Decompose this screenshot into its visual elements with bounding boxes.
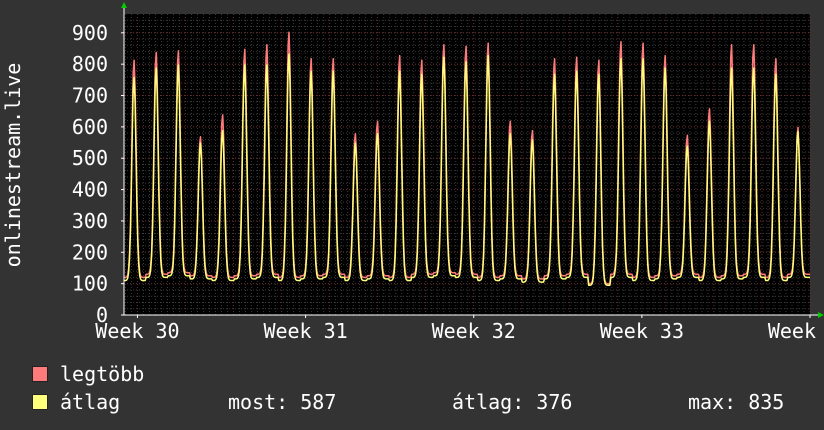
stat-average: átlag: 376 <box>452 390 573 414</box>
y-tick-label: 800 <box>72 52 108 76</box>
legend-label-avg: átlag <box>60 390 121 414</box>
y-tick-label: 400 <box>72 178 108 202</box>
y-tick-label: 300 <box>72 209 108 233</box>
stat-now: most: 587 <box>228 390 337 414</box>
x-tick-label: Week 32 <box>432 319 516 343</box>
legend-item-max: legtöbb <box>32 363 144 385</box>
y-axis-label: onlinestream.live <box>1 63 25 268</box>
legend-swatch-max <box>32 366 48 382</box>
x-axis-arrow <box>818 312 824 318</box>
chart: 0100200300400500600700800900 Week 30 Week… <box>1 2 824 343</box>
y-tick-label: 100 <box>72 272 108 296</box>
x-tick-label: Week 30 <box>95 319 179 343</box>
x-tick-label: Week 33 <box>600 319 684 343</box>
x-tick-label: Week 34 <box>768 319 824 343</box>
y-tick-label: 200 <box>72 240 108 264</box>
stat-max: max: 835 <box>688 390 785 414</box>
y-tick-labels: 0100200300400500600700800900 <box>72 21 124 327</box>
legend-item-avg: átlag most: 587 átlag: 376 max: 835 <box>32 391 812 413</box>
y-tick-label: 500 <box>72 146 108 170</box>
y-tick-label: 600 <box>72 115 108 139</box>
x-tick-label: Week 31 <box>263 319 347 343</box>
y-tick-label: 700 <box>72 84 108 108</box>
legend-swatch-avg <box>32 394 48 410</box>
legend-label-max: legtöbb <box>60 362 145 386</box>
y-axis-arrow <box>121 2 127 8</box>
legend: legtöbb átlag most: 587 átlag: 376 max: … <box>0 345 824 430</box>
y-tick-label: 900 <box>72 21 108 45</box>
x-tick-labels: Week 30 Week 31 Week 32 Week 33 Week 34 <box>95 315 824 343</box>
